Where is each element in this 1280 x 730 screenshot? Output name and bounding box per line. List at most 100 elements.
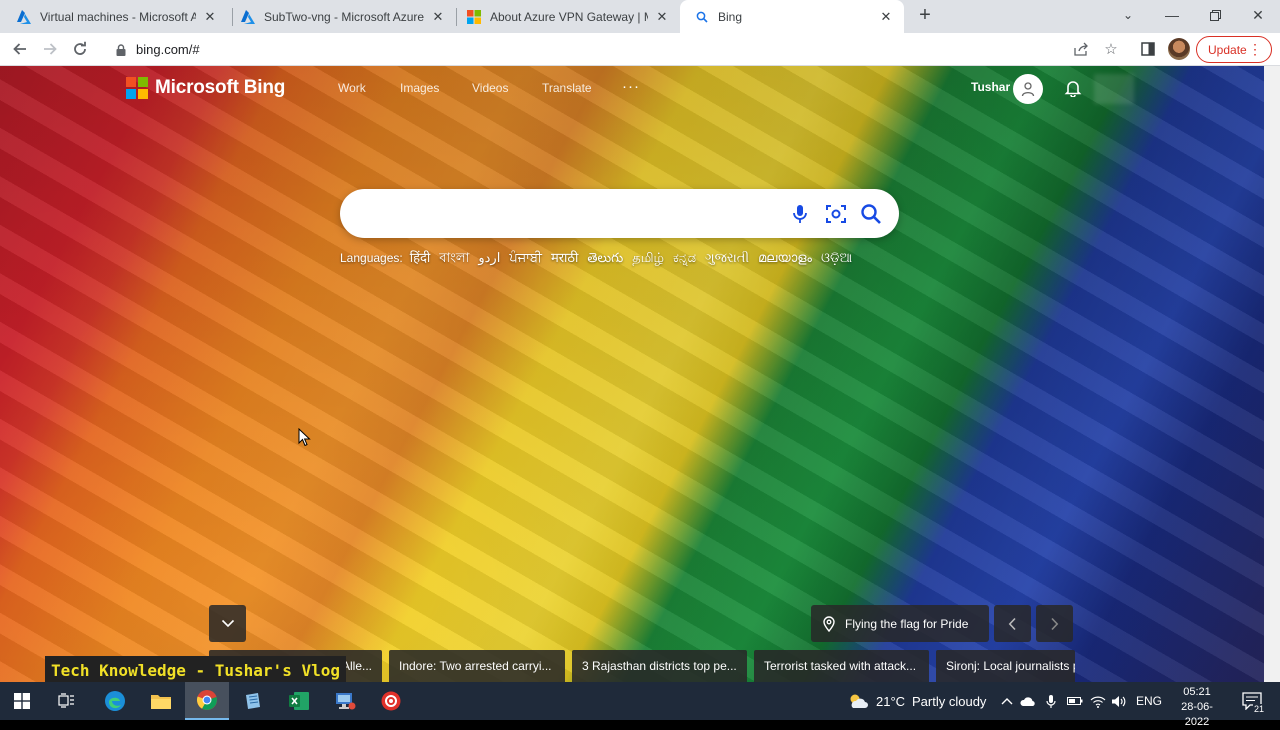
wifi-icon[interactable] (1090, 693, 1106, 709)
mouse-cursor-icon (298, 427, 311, 452)
screen-recorder-icon[interactable] (369, 682, 413, 720)
edge-app-icon[interactable] (93, 682, 137, 720)
news-item[interactable]: Sironj: Local journalists p (936, 650, 1075, 682)
tab-about-vpn-gateway[interactable]: About Azure VPN Gateway | Microsoft ✕ (452, 0, 680, 33)
notepad-app-icon[interactable] (231, 682, 275, 720)
close-tab-icon[interactable]: ✕ (202, 9, 218, 25)
language-link-telugu[interactable]: తెలుగు (587, 250, 623, 269)
volume-icon[interactable] (1111, 693, 1127, 709)
forward-button[interactable] (38, 37, 62, 61)
profile-avatar[interactable] (1168, 38, 1190, 60)
chevron-right-icon (1051, 617, 1059, 630)
nav-work[interactable]: Work (338, 81, 366, 95)
input-language[interactable]: ENG (1136, 694, 1162, 708)
language-link-hindi[interactable]: हिंदी (410, 248, 431, 266)
nav-more-icon[interactable]: ··· (622, 78, 640, 95)
search-input[interactable] (360, 201, 780, 226)
windows-logo-icon (14, 693, 30, 709)
search-box[interactable] (340, 189, 899, 238)
tab-title: SubTwo-vng - Microsoft Azure (264, 9, 424, 24)
close-tab-icon[interactable]: ✕ (878, 9, 894, 25)
language-link-gujarati[interactable]: ગુજરાતી (705, 250, 749, 266)
languages-row: Languages: हिंदी বাংলা اردو ਪੰਜਾਬੀ मराठी… (340, 248, 861, 270)
weather-description[interactable]: Partly cloudy (912, 694, 986, 709)
restore-button[interactable] (1193, 0, 1237, 30)
tab-title: About Azure VPN Gateway | Microsoft (490, 9, 648, 24)
language-link-punjabi[interactable]: ਪੰਜਾਬੀ (509, 250, 542, 266)
side-panel-icon[interactable] (1138, 39, 1158, 59)
rewards-badge[interactable] (1094, 74, 1134, 104)
excel-app-icon[interactable] (277, 682, 321, 720)
language-link-tamil[interactable]: தமிழ் (632, 250, 664, 267)
close-window-button[interactable]: ✕ (1236, 0, 1280, 30)
microphone-icon[interactable] (1043, 693, 1059, 709)
languages-label: Languages: (340, 251, 403, 265)
windows-taskbar: 21°C Partly cloudy ENG 05:21 28-06-2022 … (0, 682, 1280, 728)
user-name[interactable]: Tushar (971, 80, 1010, 94)
expand-feed-button[interactable] (209, 605, 246, 642)
language-link-bangla[interactable]: বাংলা (439, 249, 469, 270)
minimize-button[interactable]: — (1150, 0, 1194, 30)
notification-bell-icon[interactable] (1064, 79, 1082, 98)
reload-button[interactable] (68, 37, 92, 61)
menu-dots-icon[interactable]: ⋮ (1248, 41, 1262, 57)
system-clock[interactable]: 05:21 28-06-2022 (1170, 685, 1224, 730)
clock-time: 05:21 (1183, 686, 1211, 698)
notification-center-icon[interactable]: 21 (1240, 690, 1265, 714)
weather-temperature[interactable]: 21°C (876, 694, 905, 709)
onedrive-cloud-icon[interactable] (1020, 693, 1036, 709)
tab-search-icon[interactable]: ⌄ (1106, 0, 1150, 30)
battery-icon[interactable] (1067, 693, 1083, 709)
visual-search-icon[interactable] (824, 202, 848, 226)
chevron-down-icon (221, 619, 234, 628)
image-caption-button[interactable]: Flying the flag for Pride (811, 605, 989, 642)
tab-subtwo-vng[interactable]: SubTwo-vng - Microsoft Azure ✕ (226, 0, 456, 33)
nav-images[interactable]: Images (400, 81, 439, 95)
azure-icon (16, 9, 32, 25)
previous-image-button[interactable] (994, 605, 1031, 642)
bookmark-star-icon[interactable]: ☆ (1101, 39, 1121, 59)
weather-partly-cloudy-icon[interactable] (847, 691, 869, 711)
nav-videos[interactable]: Videos (472, 81, 508, 95)
browser-tabstrip: Virtual machines - Microsoft Azure ✕ Sub… (0, 0, 1280, 33)
next-image-button[interactable] (1036, 605, 1073, 642)
user-avatar-icon[interactable] (1013, 74, 1043, 104)
start-button[interactable] (0, 682, 44, 720)
language-link-urdu[interactable]: اردو (478, 250, 500, 266)
bing-logo[interactable]: Microsoft Bing (126, 77, 285, 99)
update-button[interactable]: Update ⋮ (1196, 36, 1272, 63)
image-caption-text: Flying the flag for Pride (845, 616, 969, 631)
language-link-malayalam[interactable]: മലയാളം (758, 250, 812, 266)
language-link-marathi[interactable]: मराठी (551, 248, 578, 266)
lock-icon[interactable] (114, 43, 128, 57)
language-link-kannada[interactable]: ಕನ್ನಡ (673, 250, 696, 266)
browser-toolbar: bing.com/# ☆ Update ⋮ (0, 33, 1280, 66)
address-bar[interactable]: bing.com/# (102, 36, 1130, 63)
chrome-app-icon[interactable] (185, 682, 229, 720)
news-item[interactable]: 3 Rajasthan districts top pe... (572, 650, 747, 682)
search-icon[interactable] (859, 202, 883, 226)
chevron-up-icon[interactable] (999, 693, 1015, 709)
remote-desktop-icon[interactable] (323, 682, 367, 720)
tab-virtual-machines[interactable]: Virtual machines - Microsoft Azure ✕ (2, 0, 228, 33)
news-item[interactable]: Indore: Two arrested carryi... (389, 650, 565, 682)
microsoft-icon (466, 9, 482, 25)
back-button[interactable] (8, 37, 32, 61)
task-view-button[interactable] (45, 682, 89, 720)
update-label: Update (1208, 42, 1247, 57)
close-tab-icon[interactable]: ✕ (430, 9, 446, 25)
page-scrollbar[interactable] (1264, 66, 1280, 682)
tab-title: Virtual machines - Microsoft Azure (40, 9, 196, 24)
search-icon (694, 9, 710, 25)
notification-count-badge: 21 (1252, 704, 1265, 714)
microphone-icon[interactable] (788, 202, 812, 226)
nav-translate[interactable]: Translate (542, 81, 592, 95)
tab-bing[interactable]: Bing ✕ (680, 0, 904, 33)
share-icon[interactable] (1071, 39, 1091, 59)
chevron-left-icon (1008, 617, 1016, 630)
language-link-odia[interactable]: ଓଡ଼ିଆ (821, 250, 852, 266)
new-tab-button[interactable]: + (914, 5, 936, 27)
news-item[interactable]: Terrorist tasked with attack... (754, 650, 929, 682)
close-tab-icon[interactable]: ✕ (654, 9, 670, 25)
file-explorer-icon[interactable] (139, 682, 183, 720)
